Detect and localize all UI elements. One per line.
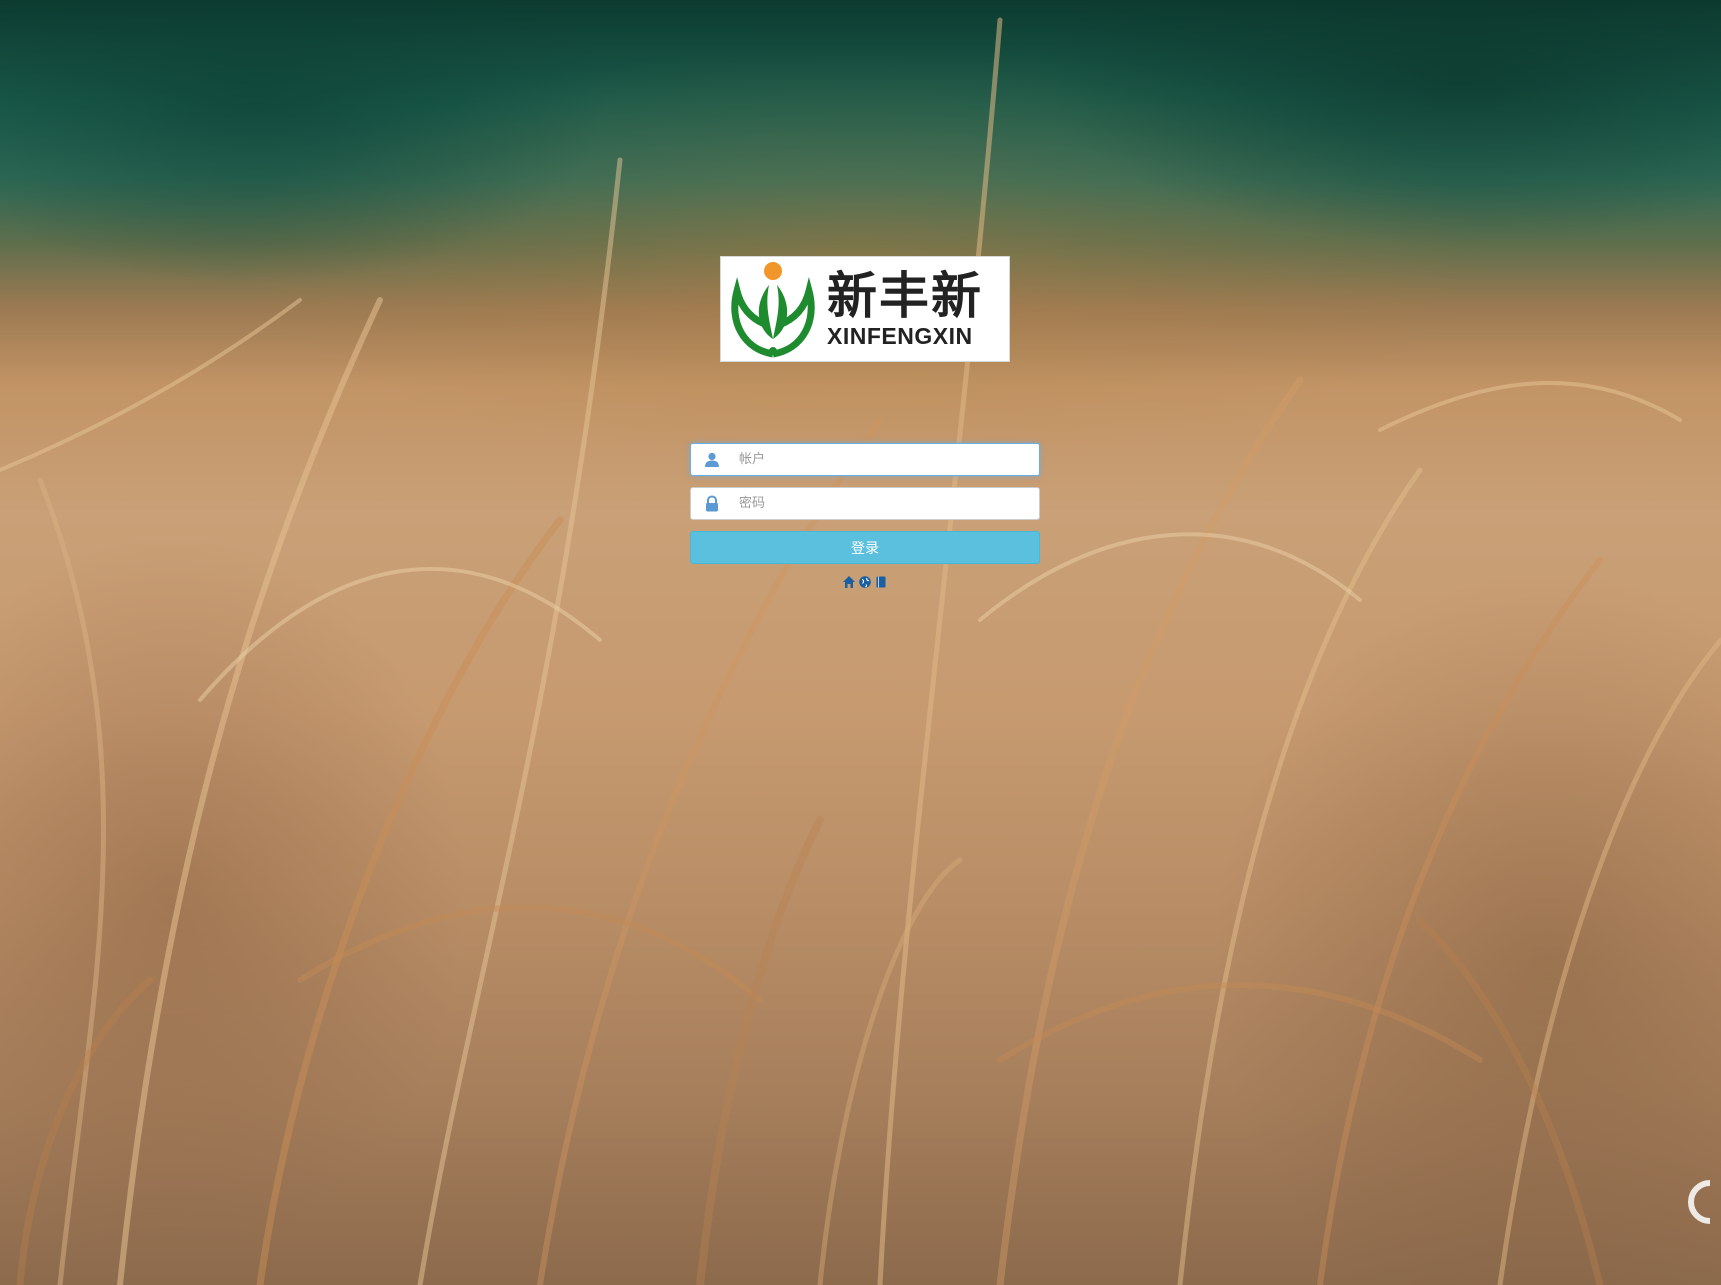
background-image xyxy=(0,17,1721,1285)
account-input[interactable] xyxy=(739,444,1029,475)
brand-name-cn: 新丰新 xyxy=(827,267,983,325)
login-button[interactable]: 登录 xyxy=(690,531,1040,564)
lock-icon xyxy=(706,495,718,512)
book-icon[interactable] xyxy=(874,574,888,588)
brand-name-en: XINFENGXIN xyxy=(827,323,973,349)
brand-logo: 新丰新 XINFENGXIN xyxy=(720,256,1010,362)
account-field[interactable] xyxy=(690,443,1040,476)
login-page: 新丰新 XINFENGXIN 登录 xyxy=(0,0,1721,1285)
loading-spinner-icon xyxy=(1688,1180,1711,1224)
password-input[interactable] xyxy=(739,488,1029,519)
login-form: 登录 xyxy=(690,443,1040,588)
home-icon[interactable] xyxy=(842,574,856,588)
password-field[interactable] xyxy=(690,487,1040,520)
footer-links xyxy=(690,574,1040,588)
logo-emblem-icon xyxy=(731,262,815,358)
globe-icon[interactable] xyxy=(858,574,872,588)
user-icon xyxy=(705,452,719,467)
